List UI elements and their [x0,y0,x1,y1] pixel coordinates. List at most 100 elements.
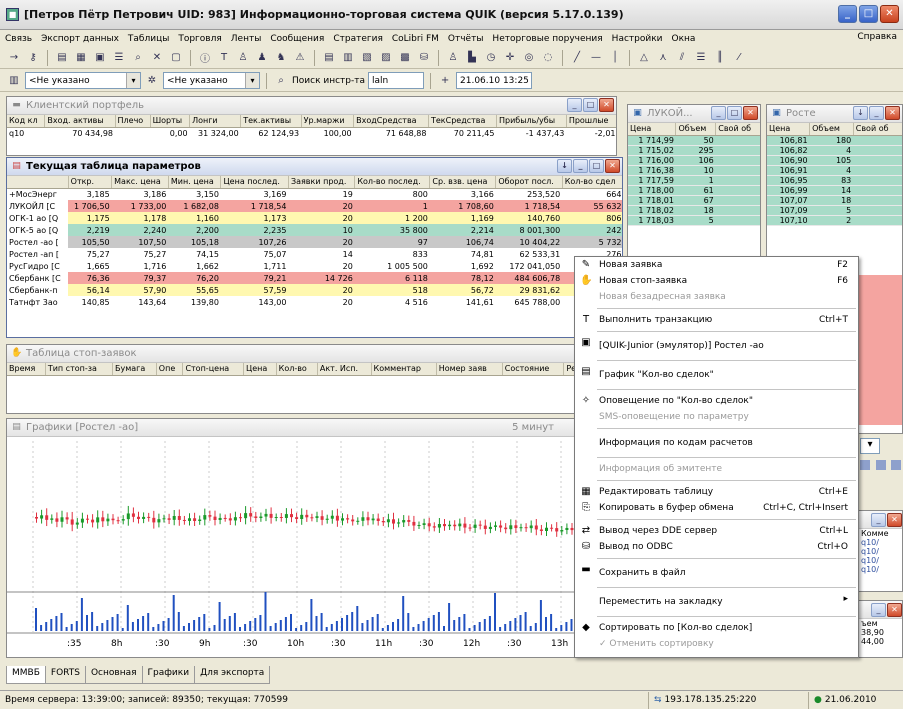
minimize-button[interactable]: _ [567,98,582,112]
column-header[interactable] [7,176,69,189]
group-icon[interactable]: ♞ [273,50,289,66]
candlestick-chart[interactable]: :358h:309h:3010h:3011h:3012h:3013h:30 [7,437,617,658]
table-row[interactable]: +МосЭнерг 3,185 3,186 3,150 3,169 19 800 3,166 2… [7,188,622,200]
column-header[interactable]: Прошлые [566,115,616,128]
doc-icon[interactable]: ▢ [168,50,184,66]
context-menu-item[interactable]: ✎ Новая заявка F2 [575,257,858,273]
sort-button[interactable]: ↓ [853,106,868,120]
table-row[interactable]: ОГК-1 ао [Q 1,175 1,178 1,160 1,173 20 1 200 1,… [7,212,622,224]
context-menu-item[interactable]: ✧ Оповещение по "Кол-во сделок" [575,393,858,409]
slash-icon[interactable]: ⁄ [731,50,747,66]
close-button[interactable]: ✕ [880,5,899,23]
close-button[interactable]: ✕ [599,98,614,112]
bars-icon[interactable]: ║ [712,50,728,66]
column-header[interactable]: Тип стоп-за [45,363,114,376]
column-header[interactable]: Акт. Исп. [317,363,372,376]
table-row[interactable]: ОГК-5 ао [Q 2,219 2,240 2,200 2,235 10 35 800 2… [7,224,622,236]
line-icon[interactable]: ╱ [569,50,585,66]
column-header[interactable]: Цена [628,123,677,136]
tab-0[interactable]: ММВБ [6,666,46,684]
context-menu-item[interactable]: ▬ Сохранить в файл [575,562,858,584]
close-button[interactable]: ✕ [605,159,620,173]
context-menu-item[interactable]: T Выполнить транзакцию Ctrl+T [575,312,858,328]
context-menu-item[interactable]: ▦ Редактировать таблицу Ctrl+E [575,484,858,500]
column-header[interactable]: Вход. активы [44,115,116,128]
maximize-button[interactable]: □ [589,159,604,173]
table-row[interactable]: Сбербанк-п 56,14 57,90 55,65 57,59 20 518 56,72… [7,284,622,296]
tab-2[interactable]: Основная [84,666,143,684]
menu-item[interactable]: Окна [672,34,696,44]
minimize-button[interactable]: _ [869,106,884,120]
column-header[interactable]: Оборот посл. [495,176,563,189]
window-icon[interactable]: ▣ [92,50,108,66]
column-header[interactable]: Шорты [150,115,191,128]
info-icon[interactable]: ⓘ [197,50,213,66]
tab-4[interactable]: Для экспорта [194,666,271,684]
column-header[interactable]: ТекСредства [428,115,497,128]
fan-icon[interactable]: ⋏ [655,50,671,66]
table-row[interactable]: 1 715,02 295 [628,145,760,156]
column-header[interactable]: Состояние [502,363,565,376]
minimize-button[interactable]: _ [871,513,886,527]
column-header[interactable]: Время [7,363,46,376]
table-row[interactable]: 106,99 14 [767,185,902,196]
menu-item[interactable]: Неторговые поручения [492,34,602,44]
text-icon[interactable]: T [216,50,232,66]
table-row[interactable]: 1 718,02 18 [628,205,760,216]
window5-icon[interactable]: ▨ [378,50,394,66]
column-header[interactable]: Кол-во послед. [354,176,431,189]
plus-icon[interactable]: + [437,73,453,89]
client-combo[interactable]: <Не указано ▾ [163,72,260,89]
column-header[interactable]: Свой об [853,123,902,136]
chart-icon[interactable]: ▙ [464,50,480,66]
table-row[interactable]: Ростел -ао [105,50 107,50 105,18 107,26 20 97… [7,236,622,248]
table-row[interactable]: Сбербанк [С 76,36 79,37 76,20 79,21 14 726 6 1… [7,272,622,284]
alert-icon[interactable]: ⚠ [292,50,308,66]
close-button[interactable]: ✕ [887,513,902,527]
table-row[interactable]: РусГидро [С 1,665 1,716 1,662 1,711 20 1 005 5… [7,260,622,272]
column-header[interactable]: Бумага [112,363,157,376]
maximize-button[interactable]: □ [859,5,878,23]
table-row[interactable]: 1 716,38 10 [628,165,760,176]
close-button[interactable]: ✕ [887,603,902,617]
context-menu-item[interactable]: ⛁ Вывод по ODBC Ctrl+O [575,539,858,555]
context-menu-item[interactable]: ⎘ Копировать в буфер обмена Ctrl+C, Ctrl+I… [575,500,858,516]
menu-item[interactable]: Сообщения [270,34,324,44]
table-row[interactable]: 1 716,00 106 [628,155,760,166]
table-row[interactable]: 106,90 105 [767,155,902,166]
search-table-icon[interactable]: ⌕ [130,50,146,66]
table-row[interactable]: 1 714,99 50 [628,135,760,146]
column-header[interactable]: Комментар [371,363,437,376]
list-icon[interactable]: ☰ [111,50,127,66]
menu-item[interactable]: Отчёты [448,34,484,44]
table-row[interactable]: 106,95 83 [767,175,902,186]
context-menu-item[interactable]: ▤ График "Кол-во сделок" [575,364,858,386]
column-header[interactable]: Цена [243,363,277,376]
column-header[interactable]: Лонги [189,115,242,128]
window4-icon[interactable]: ▧ [359,50,375,66]
person-icon[interactable]: ♙ [445,50,461,66]
table-row[interactable]: 106,91 4 [767,165,902,176]
table-row[interactable]: 107,07 18 [767,195,902,206]
column-header[interactable]: Опе [156,363,184,376]
table-row[interactable]: Ростел -ап [75,27 75,27 74,15 75,07 14 833 74,… [7,248,622,260]
maximize-button[interactable]: □ [727,106,742,120]
table-row[interactable]: Татнфт 3ао 140,85 143,64 139,80 143,00 20 4 51… [7,296,622,308]
portfolio-icon[interactable]: ▥ [6,73,22,89]
column-header[interactable]: Объем [675,123,717,136]
column-header[interactable]: Ур.маржи [301,115,355,128]
context-menu-item[interactable]: ▣ [QUIK-Junior (эмулятор)] Ростел -ао [575,335,858,357]
column-header[interactable]: Плечо [115,115,151,128]
column-header[interactable]: Стоп-цена [182,363,245,376]
bag-icon[interactable]: ♙ [235,50,251,66]
maximize-button[interactable]: □ [583,98,598,112]
context-menu-item[interactable]: ⇄ Вывод через DDE сервер Ctrl+L [575,523,858,539]
circle-icon[interactable]: ◎ [521,50,537,66]
hline-icon[interactable]: — [588,50,604,66]
table-row[interactable]: q10 70 434,98 0,00 31 324,00 62 124,93 100,00… [7,127,616,139]
table-row[interactable]: 107,09 5 [767,205,902,216]
minimize-button[interactable]: _ [871,603,886,617]
column-header[interactable]: Цена [767,123,811,136]
close-button[interactable]: ✕ [885,106,900,120]
grid-icon[interactable]: ▦ [73,50,89,66]
